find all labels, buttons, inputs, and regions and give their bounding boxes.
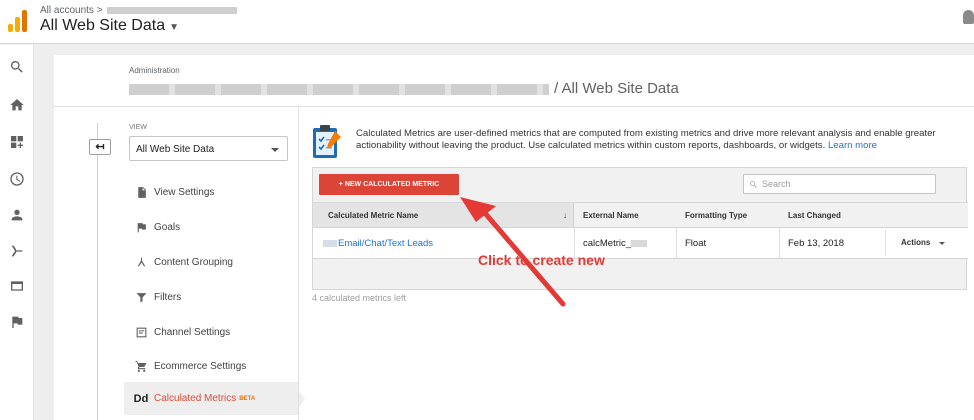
filter-icon	[128, 291, 154, 304]
customization-icon[interactable]	[9, 134, 25, 150]
menu-item-goals[interactable]: Goals	[124, 211, 299, 244]
conversions-flag-icon[interactable]	[9, 314, 25, 330]
table-row: Email/Chat/Text Leads calcMetric_ Float …	[313, 227, 968, 259]
cart-icon	[128, 360, 154, 373]
dropdown-arrow-icon	[271, 148, 279, 152]
column-header-external-name[interactable]: External Name	[583, 203, 683, 228]
metrics-left-count: 4 calculated metrics left	[312, 293, 407, 303]
clipboard-icon	[313, 125, 341, 158]
search-input[interactable]: Search	[743, 174, 936, 194]
top-header: All accounts > All Web Site Data ▼	[0, 0, 974, 44]
account-title: All Web Site Data	[40, 17, 166, 34]
menu-item-content-grouping[interactable]: Content Grouping	[124, 246, 299, 279]
realtime-clock-icon[interactable]	[9, 171, 25, 187]
breadcrumb: All accounts >	[40, 5, 238, 16]
menu-item-label: View Settings	[154, 187, 215, 198]
view-selector[interactable]: All Web Site Data	[129, 136, 288, 161]
view-selected: All Web Site Data	[136, 144, 215, 155]
active-pointer	[299, 391, 305, 407]
flag-icon	[128, 221, 154, 234]
grouping-icon	[128, 256, 154, 269]
breadcrumb-all-accounts[interactable]: All accounts	[40, 5, 94, 16]
column-header-last-changed[interactable]: Last Changed	[788, 203, 888, 228]
menu-item-calculated-metrics[interactable]: Dd Calculated Metrics BETA	[124, 382, 299, 415]
home-icon[interactable]	[9, 97, 25, 113]
panel-divider	[298, 107, 299, 420]
redacted-prefix	[323, 239, 337, 247]
menu-item-label: Content Grouping	[154, 257, 233, 268]
audience-person-icon[interactable]	[9, 207, 25, 223]
redacted-account-path	[129, 84, 549, 95]
dd-icon: Dd	[133, 392, 149, 405]
admin-panel: Administration / All Web Site Data ↤ VIE…	[54, 55, 974, 420]
notifications-icon[interactable]	[963, 10, 974, 24]
left-nav	[0, 45, 34, 420]
caret-down-icon: ▼	[169, 22, 179, 33]
metrics-table: + NEW CALCULATED METRIC Search Calculate…	[312, 167, 968, 290]
menu-item-label: Channel Settings	[154, 327, 231, 338]
menu-item-filters[interactable]: Filters	[124, 281, 299, 314]
admin-header: Administration / All Web Site Data	[54, 55, 974, 107]
actions-label: Actions	[901, 238, 931, 247]
table-header: Calculated Metric Name ↓ External Name F…	[313, 202, 968, 228]
back-button[interactable]: ↤	[89, 139, 111, 155]
analytics-logo[interactable]	[8, 8, 28, 32]
document-icon	[128, 186, 154, 199]
breadcrumb-separator: >	[96, 5, 103, 16]
redacted-account-name	[107, 6, 238, 14]
new-calculated-metric-button[interactable]: + NEW CALCULATED METRIC	[319, 174, 459, 195]
redacted-suffix	[631, 239, 648, 247]
sort-down-icon: ↓	[563, 211, 567, 220]
menu-item-label: Ecommerce Settings	[154, 361, 247, 372]
search-icon	[750, 181, 757, 188]
column-divider	[97, 123, 98, 420]
chevron-down-icon	[939, 242, 945, 245]
column-header-name[interactable]: Calculated Metric Name ↓	[313, 203, 574, 228]
account-selector[interactable]: All Web Site Data ▼	[40, 17, 179, 35]
view-label: VIEW	[129, 124, 147, 131]
search-icon[interactable]	[9, 59, 25, 75]
menu-item-channel-settings[interactable]: Channel Settings	[124, 316, 299, 349]
column-header-formatting-type[interactable]: Formatting Type	[685, 203, 785, 228]
channel-settings-icon	[128, 326, 154, 339]
search-placeholder: Search	[762, 179, 791, 189]
menu-item-label: Filters	[154, 292, 182, 303]
menu-item-ecommerce-settings[interactable]: Ecommerce Settings	[124, 350, 299, 383]
metric-name-link[interactable]: Email/Chat/Text Leads	[338, 238, 433, 249]
behavior-icon[interactable]	[9, 278, 25, 294]
cell-last-changed: Feb 13, 2018	[788, 238, 844, 249]
intro-text: Calculated Metrics are user-defined metr…	[356, 128, 956, 152]
admin-label: Administration	[129, 66, 180, 75]
menu-item-label: Goals	[154, 222, 181, 233]
actions-dropdown[interactable]: Actions	[885, 230, 967, 256]
cell-formatting-type: Float	[677, 228, 780, 258]
admin-view-title: / All Web Site Data	[554, 80, 679, 97]
menu-item-label: Calculated Metrics	[154, 393, 237, 404]
learn-more-link[interactable]: Learn more	[828, 140, 877, 151]
beta-badge: BETA	[239, 395, 256, 402]
menu-item-view-settings[interactable]: View Settings	[124, 176, 299, 209]
annotation-callout: Click to create new	[478, 252, 605, 268]
acquisition-icon[interactable]	[9, 243, 25, 259]
